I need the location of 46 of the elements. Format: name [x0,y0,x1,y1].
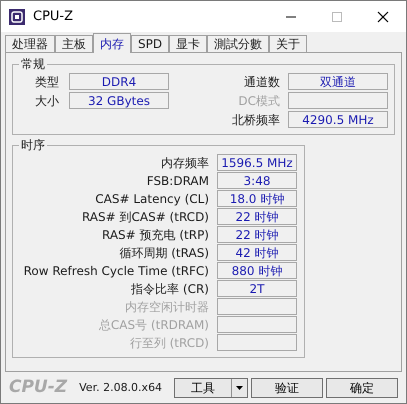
group-title: 时序 [20,137,46,154]
maximize-icon [332,12,342,22]
field-label: 循环周期 (tRAS) [118,246,209,258]
field-label: CAS# Latency (CL) [94,192,209,204]
value-field: 880 时钟 [217,262,297,279]
tab[interactable]: 内存 [93,33,131,53]
tab[interactable]: SPD [131,35,170,52]
field-label: DC模式 [237,94,280,106]
field-label: 行至列 (tRCD) [128,336,209,348]
value-field: 3:48 [217,172,297,189]
tab[interactable]: 主板 [55,35,93,52]
field-label: RAS# 到CAS# (tRCD) [80,210,209,222]
field-label: RAS# 预充电 (tRP) [100,228,209,240]
value-field: 双通道 [288,73,388,90]
field-label: 内存空闲计时器 [124,300,209,312]
close-icon [377,10,389,22]
tab[interactable]: 測試分數 [207,35,270,52]
field-label: 总CAS号 (tRDRAM) [98,318,209,330]
value-field: DDR4 [69,73,169,90]
footer-button[interactable]: 确定 [326,378,398,398]
value-field: 1596.5 MHz [217,154,297,171]
tab[interactable]: 显卡 [169,35,208,52]
value-field: 2T [217,280,297,297]
app-logo: CPU-Z [9,376,68,400]
value-field: 42 时钟 [217,244,297,261]
tab[interactable]: 关于 [269,35,308,52]
value-field: 22 时钟 [217,226,297,243]
value-field: 22 时钟 [217,208,297,225]
value-field: 18.0 时钟 [217,190,297,207]
tab[interactable]: 处理器 [5,35,55,52]
value-field: 32 GBytes [69,92,169,109]
version-text: Ver. 2.08.0.x64 [79,380,162,396]
value-field: 4290.5 MHz [288,111,388,128]
caret-icon [236,386,243,390]
field-label: 北桥频率 [231,114,280,126]
field-label: 通道数 [243,76,280,88]
window-title: CPU-Z [33,8,74,26]
field-label: 指令比率 (CR) [130,282,209,294]
field-label: 类型 [34,76,59,88]
field-label: Row Refresh Cycle Time (tRFC) [22,264,209,276]
field-label: FSB:DRAM [146,174,209,186]
group-title: 常规 [20,56,46,73]
field-label: 内存频率 [160,156,209,168]
footer-button[interactable]: 验证 [251,378,323,398]
app-icon [9,8,25,24]
field-label: 大小 [34,94,59,106]
